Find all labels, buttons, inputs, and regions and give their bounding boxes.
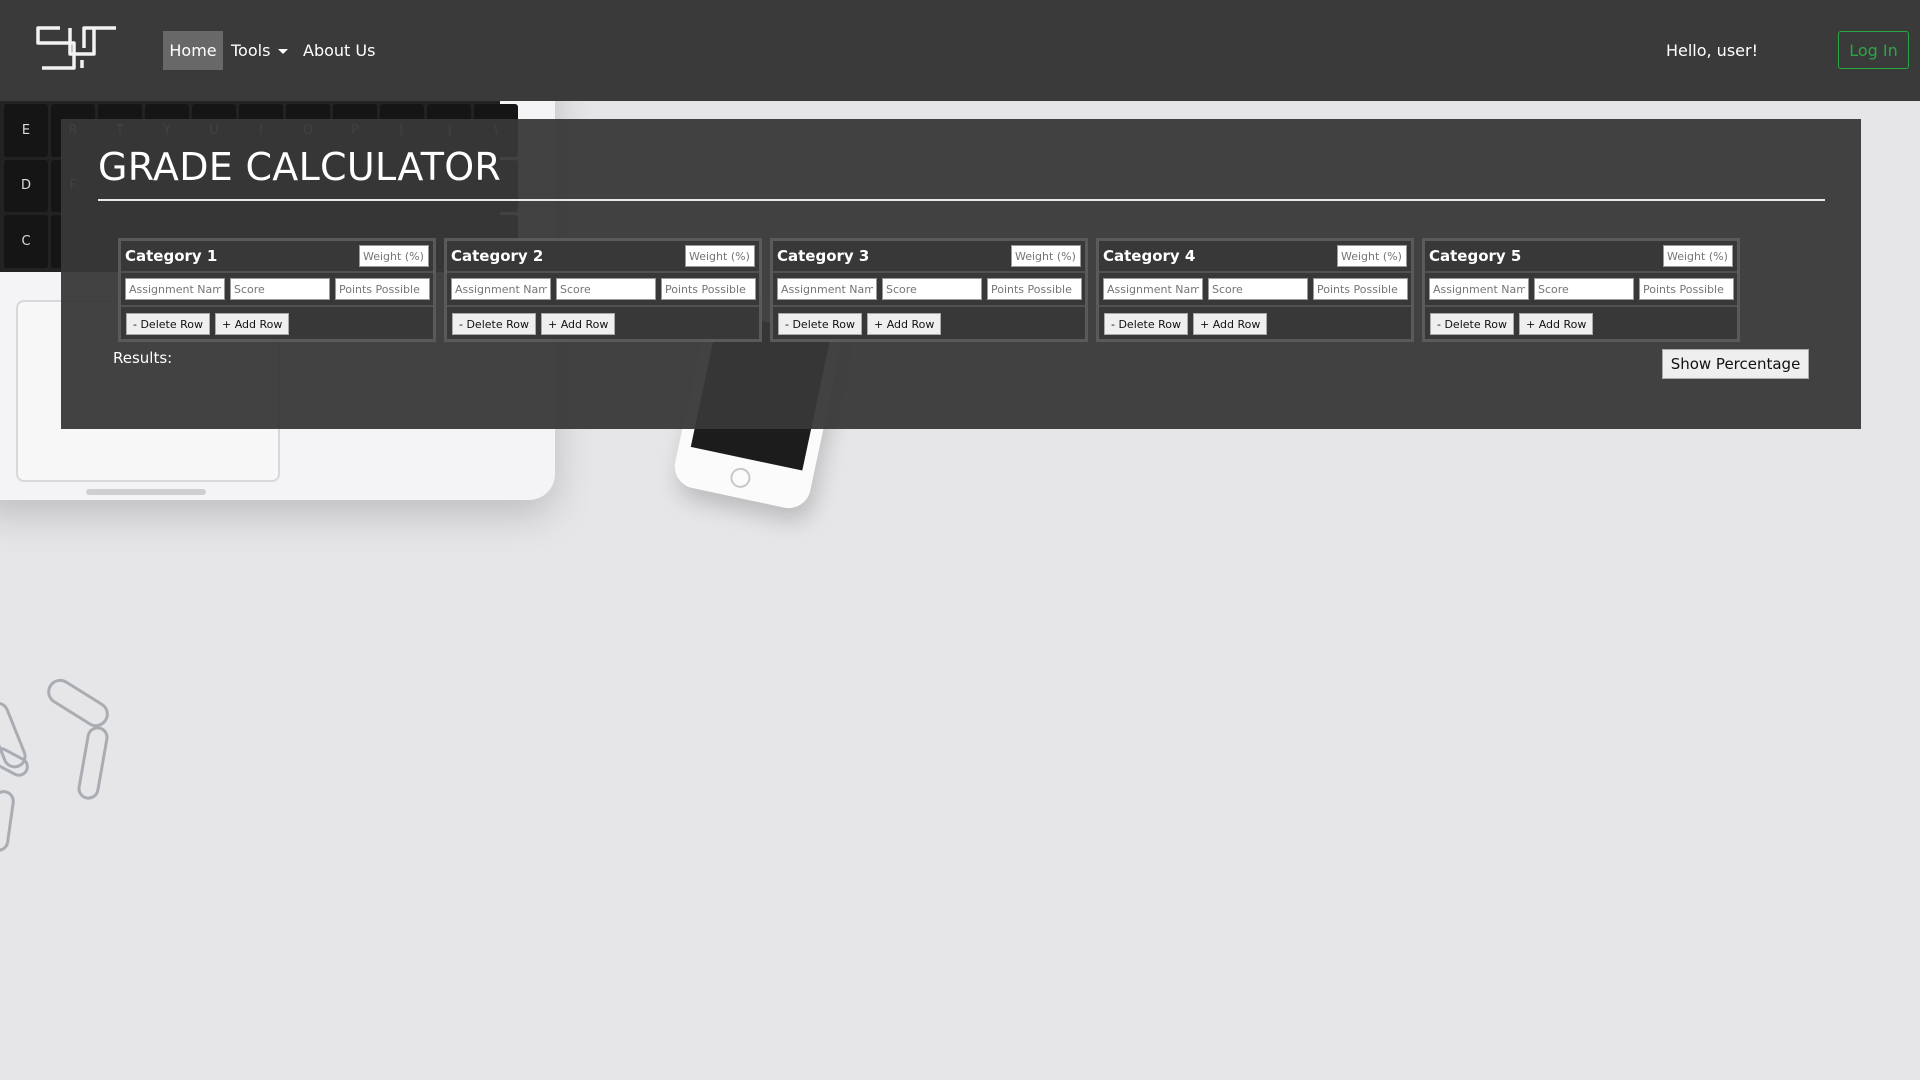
score-input[interactable] (230, 278, 330, 300)
category-actions: - Delete Row + Add Row (121, 307, 433, 341)
category-name: Category 5 (1429, 247, 1522, 265)
background-paperclip (0, 788, 17, 854)
category-card: Category 2 - Delete Row + Add Row (444, 238, 762, 342)
score-input[interactable] (882, 278, 982, 300)
background-laptop-notch (86, 489, 206, 495)
points-possible-input[interactable] (1313, 278, 1408, 300)
user-greeting: Hello, user! (1665, 41, 1758, 60)
add-row-button[interactable]: + Add Row (866, 313, 942, 335)
add-row-button[interactable]: + Add Row (1192, 313, 1268, 335)
delete-row-button[interactable]: - Delete Row (1430, 313, 1514, 335)
category-name: Category 1 (125, 247, 218, 265)
background-paperclip (75, 724, 111, 802)
delete-row-button[interactable]: - Delete Row (452, 313, 536, 335)
nav-about-link[interactable]: About Us (303, 31, 375, 70)
assignment-name-input[interactable] (125, 278, 225, 300)
category-card: Category 5 - Delete Row + Add Row (1422, 238, 1740, 342)
category-header: Category 5 (1425, 241, 1737, 273)
background-paperclip (42, 673, 114, 733)
top-navbar: Home Tools About Us Hello, user! Log In (0, 0, 1920, 101)
assignment-name-input[interactable] (1103, 278, 1203, 300)
assignment-row (121, 273, 433, 307)
category-actions: - Delete Row + Add Row (1425, 307, 1737, 341)
category-header: Category 3 (773, 241, 1085, 273)
category-weight-input[interactable] (1663, 245, 1733, 267)
category-name: Category 2 (451, 247, 544, 265)
category-header: Category 1 (121, 241, 433, 273)
score-input[interactable] (556, 278, 656, 300)
score-input[interactable] (1208, 278, 1308, 300)
delete-row-button[interactable]: - Delete Row (126, 313, 210, 335)
title-divider (98, 199, 1825, 201)
points-possible-input[interactable] (987, 278, 1082, 300)
site-logo (36, 26, 116, 70)
category-name: Category 3 (777, 247, 870, 265)
background-key: E (4, 104, 48, 157)
points-possible-input[interactable] (1639, 278, 1734, 300)
background-phone-home-button (728, 465, 753, 490)
delete-row-button[interactable]: - Delete Row (1104, 313, 1188, 335)
add-row-button[interactable]: + Add Row (214, 313, 290, 335)
login-button[interactable]: Log In (1838, 31, 1909, 69)
background-key: D (4, 159, 48, 213)
category-card: Category 4 - Delete Row + Add Row (1096, 238, 1414, 342)
category-name: Category 4 (1103, 247, 1196, 265)
category-card: Category 3 - Delete Row + Add Row (770, 238, 1088, 342)
nav-tools-dropdown[interactable]: Tools (231, 31, 289, 70)
page-title: GRADE CALCULATOR (98, 145, 502, 189)
assignment-row (773, 273, 1085, 307)
category-header: Category 4 (1099, 241, 1411, 273)
grade-calculator-panel: GRADE CALCULATOR Category 1 - Delete Row… (61, 119, 1861, 429)
assignment-name-input[interactable] (777, 278, 877, 300)
results-label: Results: (113, 349, 173, 367)
assignment-name-input[interactable] (451, 278, 551, 300)
category-actions: - Delete Row + Add Row (447, 307, 759, 341)
score-input[interactable] (1534, 278, 1634, 300)
category-weight-input[interactable] (359, 245, 429, 267)
points-possible-input[interactable] (661, 278, 756, 300)
category-actions: - Delete Row + Add Row (1099, 307, 1411, 341)
caret-down-icon (278, 49, 289, 54)
category-weight-input[interactable] (1011, 245, 1081, 267)
points-possible-input[interactable] (335, 278, 430, 300)
category-header: Category 2 (447, 241, 759, 273)
assignment-row (447, 273, 759, 307)
category-list: Category 1 - Delete Row + Add Row Catego… (118, 238, 1740, 342)
show-percentage-button[interactable]: Show Percentage (1662, 349, 1809, 379)
assignment-name-input[interactable] (1429, 278, 1529, 300)
category-weight-input[interactable] (685, 245, 755, 267)
category-actions: - Delete Row + Add Row (773, 307, 1085, 341)
category-weight-input[interactable] (1337, 245, 1407, 267)
nav-tools-label: Tools (231, 41, 271, 60)
nav-home-link[interactable]: Home (163, 31, 223, 70)
delete-row-button[interactable]: - Delete Row (778, 313, 862, 335)
assignment-row (1099, 273, 1411, 307)
add-row-button[interactable]: + Add Row (540, 313, 616, 335)
category-card: Category 1 - Delete Row + Add Row (118, 238, 436, 342)
assignment-row (1425, 273, 1737, 307)
background-key: C (4, 215, 48, 268)
add-row-button[interactable]: + Add Row (1518, 313, 1594, 335)
